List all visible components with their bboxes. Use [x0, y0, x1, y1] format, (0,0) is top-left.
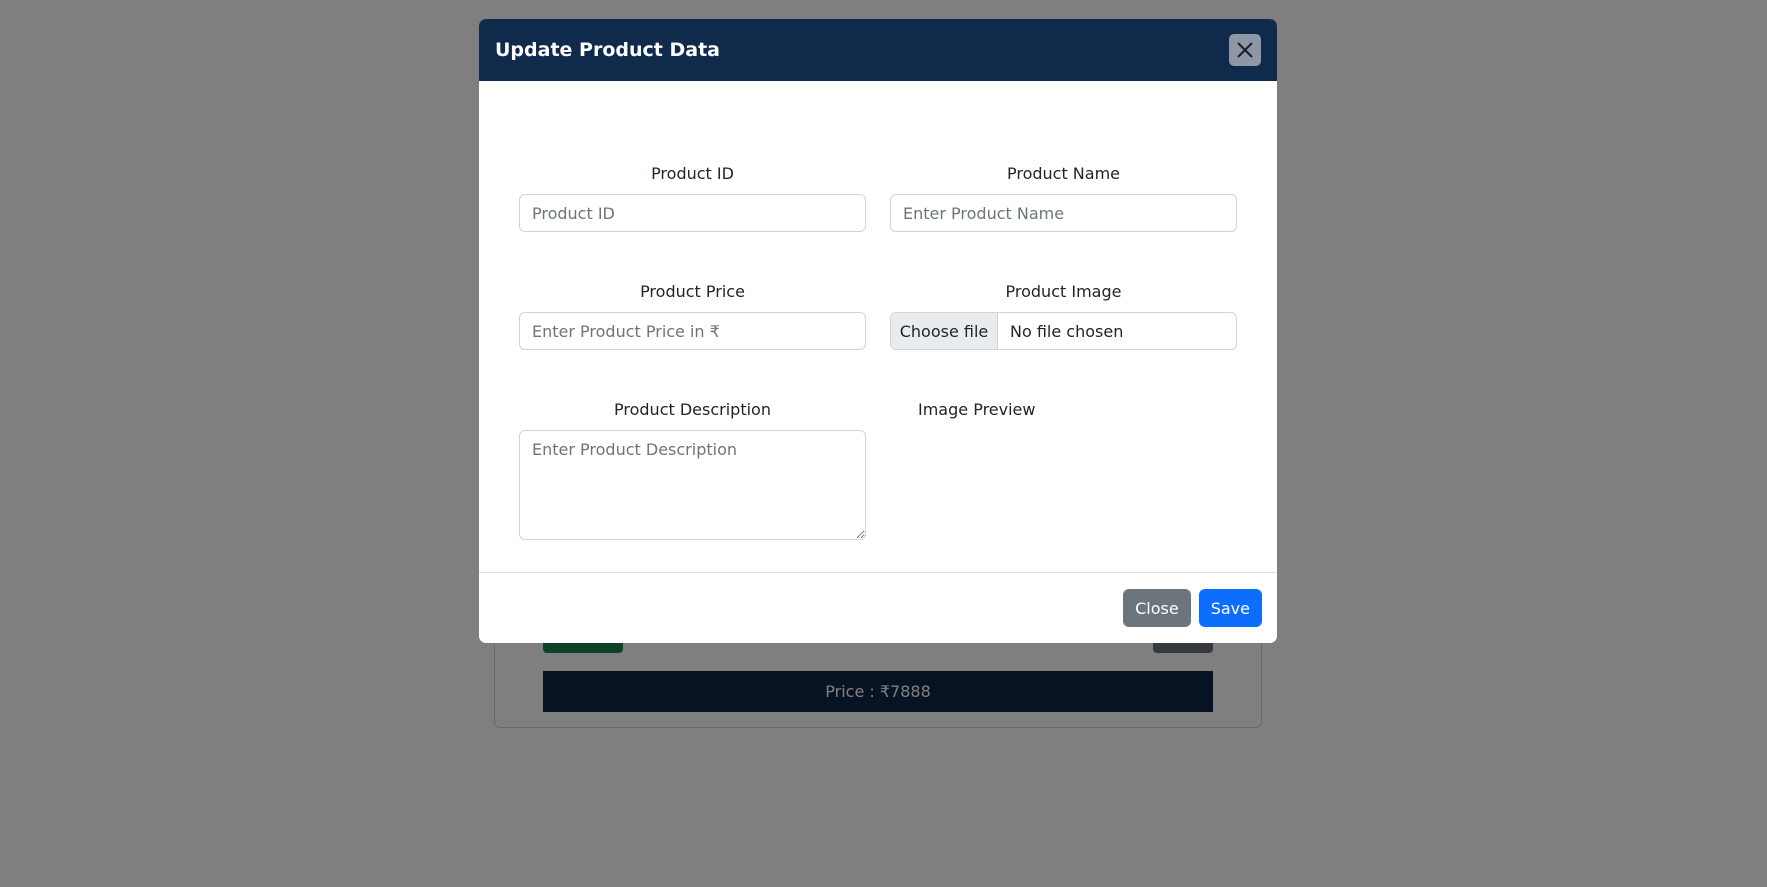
close-icon[interactable]	[1229, 34, 1261, 66]
modal-header: Update Product Data	[479, 19, 1277, 81]
file-status-text: No file chosen	[1010, 321, 1124, 341]
save-button[interactable]: Save	[1198, 589, 1262, 627]
modal-title: Update Product Data	[495, 39, 720, 61]
page: Price : ₹7888 Update Product Data Produc…	[0, 0, 1767, 887]
modal-footer: Close Save	[479, 572, 1277, 643]
product-image-label: Product Image	[1005, 282, 1122, 301]
close-button[interactable]: Close	[1123, 589, 1191, 627]
product-id-label: Product ID	[651, 164, 734, 183]
product-price-label: Product Price	[640, 282, 745, 301]
product-image-file-input[interactable]: Choose file No file chosen	[890, 312, 1237, 350]
product-name-input[interactable]	[890, 194, 1237, 232]
choose-file-button[interactable]: Choose file	[891, 313, 998, 349]
product-price-input[interactable]	[519, 312, 866, 350]
product-id-input[interactable]	[519, 194, 866, 232]
update-product-modal: Update Product Data Product ID Product N…	[479, 19, 1277, 643]
modal-body: Product ID Product Name Product Price Pr…	[479, 81, 1277, 572]
product-name-label: Product Name	[1006, 164, 1121, 183]
product-description-textarea[interactable]	[519, 430, 866, 540]
image-preview-label: Image Preview	[918, 400, 1036, 419]
product-description-label: Product Description	[614, 400, 771, 419]
